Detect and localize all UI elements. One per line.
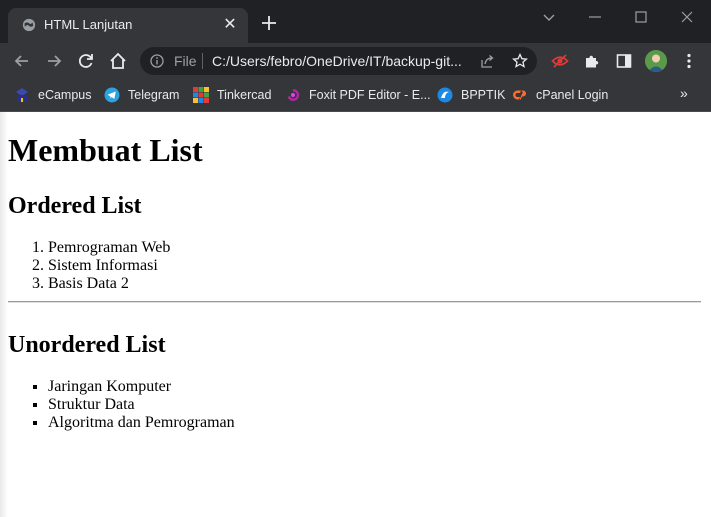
bookmark-label: cPanel Login xyxy=(536,88,609,102)
tab-title: HTML Lanjutan xyxy=(44,17,133,32)
url-scheme-label: File xyxy=(174,53,197,69)
bookmarks-bar: eCampus Telegram Tinkercad Foxit PDF Edi… xyxy=(0,79,711,112)
telegram-icon xyxy=(104,87,120,103)
title-bar: HTML Lanjutan ✕ xyxy=(0,0,711,43)
globe-icon xyxy=(22,18,36,32)
reload-icon[interactable] xyxy=(76,51,96,71)
side-panel-icon[interactable] xyxy=(615,52,633,70)
bookmark-label: Telegram xyxy=(128,88,180,102)
more-menu-icon[interactable] xyxy=(680,52,698,70)
avatar-image xyxy=(645,50,667,72)
bookmarks-overflow-button[interactable]: » xyxy=(680,85,688,101)
ecampus-icon xyxy=(16,88,28,102)
ordered-list: Pemrograman Web Sistem Informasi Basis D… xyxy=(0,239,170,293)
bookmark-telegram[interactable]: Telegram xyxy=(104,85,179,105)
browser-tab[interactable]: HTML Lanjutan ✕ xyxy=(8,8,248,43)
extensions-puzzle-icon[interactable] xyxy=(583,52,601,70)
bookmark-label: BPPTIK xyxy=(461,88,506,102)
new-tab-icon[interactable] xyxy=(260,14,278,32)
unordered-list: Jaringan Komputer Struktur Data Algoritm… xyxy=(0,378,235,432)
browser-toolbar: File C:/Users/febro/OneDrive/IT/backup-g… xyxy=(0,43,711,79)
list-item: Struktur Data xyxy=(48,396,235,414)
list-item: Jaringan Komputer xyxy=(48,378,235,396)
share-icon[interactable] xyxy=(480,53,496,69)
bookmark-ecampus[interactable]: eCampus xyxy=(14,85,92,105)
omnibox-divider xyxy=(202,53,203,69)
tab-search-chevron-icon[interactable] xyxy=(538,6,560,28)
cpanel-icon xyxy=(513,90,526,100)
profile-avatar[interactable] xyxy=(645,50,667,72)
forward-arrow-icon[interactable] xyxy=(44,51,64,71)
maximize-icon[interactable] xyxy=(630,6,652,28)
bookmark-label: eCampus xyxy=(38,88,92,102)
extension-eye-icon[interactable] xyxy=(551,52,569,70)
list-item: Basis Data 2 xyxy=(48,275,170,293)
url-text[interactable]: C:/Users/febro/OneDrive/IT/backup-git... xyxy=(212,53,470,69)
horizontal-rule xyxy=(8,301,701,303)
bookmark-cpanel[interactable]: cPanel Login xyxy=(512,85,608,105)
unordered-list-heading: Unordered List xyxy=(8,332,166,358)
bookmark-foxit[interactable]: Foxit PDF Editor - E... xyxy=(285,85,431,105)
bookmark-tinkercad[interactable]: Tinkercad xyxy=(193,85,271,105)
back-arrow-icon[interactable] xyxy=(12,51,32,71)
foxit-icon xyxy=(287,88,300,101)
bookmark-label: Foxit PDF Editor - E... xyxy=(309,88,431,102)
bpptik-icon xyxy=(437,87,453,103)
bookmark-label: Tinkercad xyxy=(217,88,272,102)
list-item: Sistem Informasi xyxy=(48,257,170,275)
info-icon[interactable] xyxy=(150,54,164,68)
ordered-list-heading: Ordered List xyxy=(8,193,142,219)
close-window-icon[interactable] xyxy=(676,6,698,28)
minimize-icon[interactable] xyxy=(584,6,606,28)
address-bar[interactable]: File C:/Users/febro/OneDrive/IT/backup-g… xyxy=(140,47,537,75)
list-item: Algoritma dan Pemrograman xyxy=(48,414,235,432)
page-content: Membuat List Ordered List Pemrograman We… xyxy=(0,112,711,517)
home-icon[interactable] xyxy=(108,51,128,71)
bookmark-bpptik[interactable]: BPPTIK xyxy=(437,85,505,105)
page-heading: Membuat List xyxy=(8,132,203,168)
tinkercad-icon xyxy=(193,87,209,103)
tab-close-icon[interactable]: ✕ xyxy=(222,17,238,33)
bookmark-star-icon[interactable] xyxy=(512,53,528,69)
list-item: Pemrograman Web xyxy=(48,239,170,257)
